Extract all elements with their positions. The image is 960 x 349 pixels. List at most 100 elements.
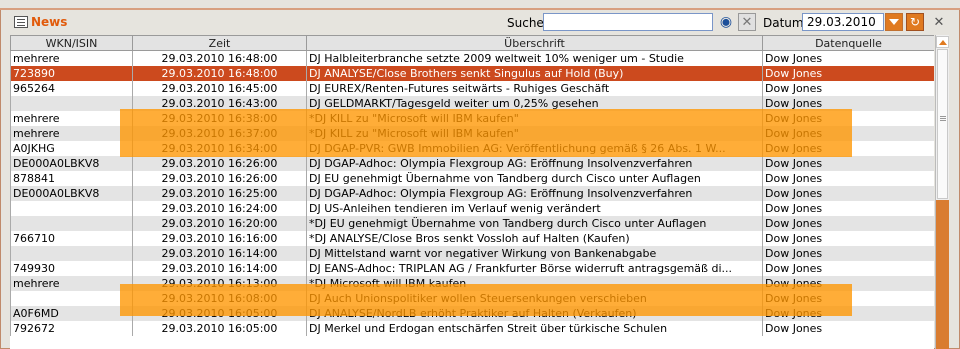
cell-source: Dow Jones	[762, 231, 934, 246]
table-row[interactable]: 29.03.2010 16:08:00 DJ Auch Unionspolitik…	[10, 291, 934, 306]
cell-headline: DJ ANALYSE/Close Brothers senkt Singulus…	[306, 66, 763, 81]
cell-time: 29.03.2010 16:05:00	[132, 306, 307, 321]
cell-time: 29.03.2010 16:45:00	[132, 81, 307, 96]
cell-source: Dow Jones	[762, 186, 934, 201]
table-row[interactable]: mehrere 29.03.2010 16:37:00 *DJ KILL zu "M…	[10, 126, 934, 141]
table-row[interactable]: 29.03.2010 16:20:00 *DJ EU genehmigt Über…	[10, 216, 934, 231]
table-row[interactable]: A0JKHG 29.03.2010 16:34:00 DJ DGAP-PVR: GW…	[10, 141, 934, 156]
date-label: Datum	[763, 16, 804, 30]
cell-headline: DJ EUREX/Renten-Futures seitwärts - Ruhi…	[306, 81, 763, 96]
cell-headline: DJ DGAP-Adhoc: Olympia Flexgroup AG: Erö…	[306, 156, 763, 171]
table-row[interactable]: A0F6MD 29.03.2010 16:05:00 DJ ANALYSE/Nord…	[10, 306, 934, 321]
cell-time: 29.03.2010 16:48:00	[132, 50, 307, 66]
chevron-down-icon[interactable]	[885, 13, 903, 31]
column-header-source[interactable]: Datenquelle	[762, 35, 934, 51]
table-row[interactable]: 878841 29.03.2010 16:26:00 DJ EU genehmigt…	[10, 171, 934, 186]
table-row[interactable]: DE000A0LBKV8 29.03.2010 16:26:00 DJ DGAP-A…	[10, 156, 934, 171]
cell-source: Dow Jones	[762, 321, 934, 336]
cell-headline: DJ Auch Unionspolitiker wollen Steuersen…	[306, 291, 763, 306]
cell-source: Dow Jones	[762, 141, 934, 156]
cell-source: Dow Jones	[762, 81, 934, 96]
table-row[interactable]: 723890 29.03.2010 16:48:00 DJ ANALYSE/Clos…	[10, 66, 934, 81]
cell-source: Dow Jones	[762, 50, 934, 66]
table-row[interactable]: 766710 29.03.2010 16:16:00 *DJ ANALYSE/Clo…	[10, 231, 934, 246]
date-field[interactable]: 29.03.2010	[802, 13, 884, 31]
cell-wkn	[10, 291, 133, 306]
cell-time: 29.03.2010 16:26:00	[132, 156, 307, 171]
column-header-wkn[interactable]: WKN/ISIN	[10, 35, 133, 51]
cell-wkn: mehrere	[10, 126, 133, 141]
cell-time: 29.03.2010 16:14:00	[132, 246, 307, 261]
table-row[interactable]: 29.03.2010 16:24:00 DJ US-Anleihen tendie…	[10, 201, 934, 216]
cell-time: 29.03.2010 16:08:00	[132, 291, 307, 306]
column-header-headline[interactable]: Überschrift	[306, 35, 763, 51]
close-icon[interactable]: ✕	[930, 13, 948, 31]
cell-wkn	[10, 201, 133, 216]
scrollbar-thumb[interactable]	[937, 49, 948, 199]
cell-time: 29.03.2010 16:16:00	[132, 231, 307, 246]
cell-wkn	[10, 216, 133, 231]
cell-wkn: mehrere	[10, 50, 133, 66]
cell-headline: DJ ANALYSE/NordLB erhöht Praktiker auf H…	[306, 306, 763, 321]
cell-headline: *DJ ANALYSE/Close Bros senkt Vossloh auf…	[306, 231, 763, 246]
cell-source: Dow Jones	[762, 111, 934, 126]
refresh-icon[interactable]: ↻	[906, 13, 924, 31]
table-row[interactable]: 29.03.2010 16:43:00 DJ GELDMARKT/Tagesgel…	[10, 96, 934, 111]
cell-wkn: 965264	[10, 81, 133, 96]
cell-wkn	[10, 246, 133, 261]
cell-wkn: 723890	[10, 66, 133, 81]
cell-source: Dow Jones	[762, 276, 934, 291]
cell-time: 29.03.2010 16:13:00	[132, 276, 307, 291]
cell-time: 29.03.2010 16:48:00	[132, 66, 307, 81]
cell-source: Dow Jones	[762, 291, 934, 306]
scrollbar-track[interactable]	[936, 200, 949, 349]
cell-wkn: 749930	[10, 261, 133, 276]
cell-source: Dow Jones	[762, 216, 934, 231]
cell-headline: *DJ Microsoft will IBM kaufen	[306, 276, 763, 291]
scroll-up-arrow-icon[interactable]	[936, 36, 949, 48]
cell-wkn: DE000A0LBKV8	[10, 186, 133, 201]
cell-headline: *DJ KILL zu "Microsoft will IBM kaufen"	[306, 111, 763, 126]
cell-headline: DJ Merkel und Erdogan entschärfen Streit…	[306, 321, 763, 336]
cell-time: 29.03.2010 16:24:00	[132, 201, 307, 216]
search-label: Suche	[507, 16, 544, 30]
cell-headline: DJ DGAP-PVR: GWB Immobilien AG: Veröffen…	[306, 141, 763, 156]
panel-top-border	[0, 0, 960, 10]
cell-headline: DJ Halbleiterbranche setzte 2009 weltwei…	[306, 50, 763, 66]
cell-source: Dow Jones	[762, 306, 934, 321]
table-row[interactable]: 749930 29.03.2010 16:14:00 DJ EANS-Adhoc: …	[10, 261, 934, 276]
cell-time: 29.03.2010 16:05:00	[132, 321, 307, 336]
cell-wkn: mehrere	[10, 111, 133, 126]
cell-time: 29.03.2010 16:38:00	[132, 111, 307, 126]
search-input[interactable]	[543, 13, 713, 31]
cell-source: Dow Jones	[762, 246, 934, 261]
cell-wkn: DE000A0LBKV8	[10, 156, 133, 171]
cell-wkn: A0JKHG	[10, 141, 133, 156]
binoculars-icon[interactable]: ◉	[717, 13, 735, 31]
table-row[interactable]: 792672 29.03.2010 16:05:00 DJ Merkel und E…	[10, 321, 934, 336]
cell-time: 29.03.2010 16:26:00	[132, 171, 307, 186]
table-row[interactable]: 965264 29.03.2010 16:45:00 DJ EUREX/Renten…	[10, 81, 934, 96]
table-row[interactable]: DE000A0LBKV8 29.03.2010 16:25:00 DJ DGAP-A…	[10, 186, 934, 201]
table-row[interactable]: mehrere 29.03.2010 16:13:00 *DJ Microsoft …	[10, 276, 934, 291]
cell-time: 29.03.2010 16:25:00	[132, 186, 307, 201]
clear-search-icon[interactable]: ✕	[738, 13, 756, 31]
cell-wkn: 878841	[10, 171, 133, 186]
news-table: WKN/ISIN Zeit Überschrift Datenquelle me…	[10, 35, 934, 349]
cell-source: Dow Jones	[762, 66, 934, 81]
cell-source: Dow Jones	[762, 156, 934, 171]
table-row[interactable]: mehrere 29.03.2010 16:48:00 DJ Halbleiterb…	[10, 50, 934, 66]
table-row[interactable]: 29.03.2010 16:14:00 DJ Mittelstand warnt …	[10, 246, 934, 261]
cell-source: Dow Jones	[762, 126, 934, 141]
column-header-time[interactable]: Zeit	[132, 35, 307, 51]
cell-time: 29.03.2010 16:20:00	[132, 216, 307, 231]
cell-wkn: mehrere	[10, 276, 133, 291]
cell-wkn: 766710	[10, 231, 133, 246]
vertical-scrollbar[interactable]	[935, 35, 949, 349]
table-row[interactable]: mehrere 29.03.2010 16:38:00 *DJ KILL zu "M…	[10, 111, 934, 126]
cell-time: 29.03.2010 16:43:00	[132, 96, 307, 111]
cell-time: 29.03.2010 16:37:00	[132, 126, 307, 141]
cell-time: 29.03.2010 16:14:00	[132, 261, 307, 276]
news-toolbar: News Suche ◉ ✕ Datum 29.03.2010 ↻ ✕	[0, 10, 960, 34]
cell-headline: DJ GELDMARKT/Tagesgeld weiter um 0,25% g…	[306, 96, 763, 111]
